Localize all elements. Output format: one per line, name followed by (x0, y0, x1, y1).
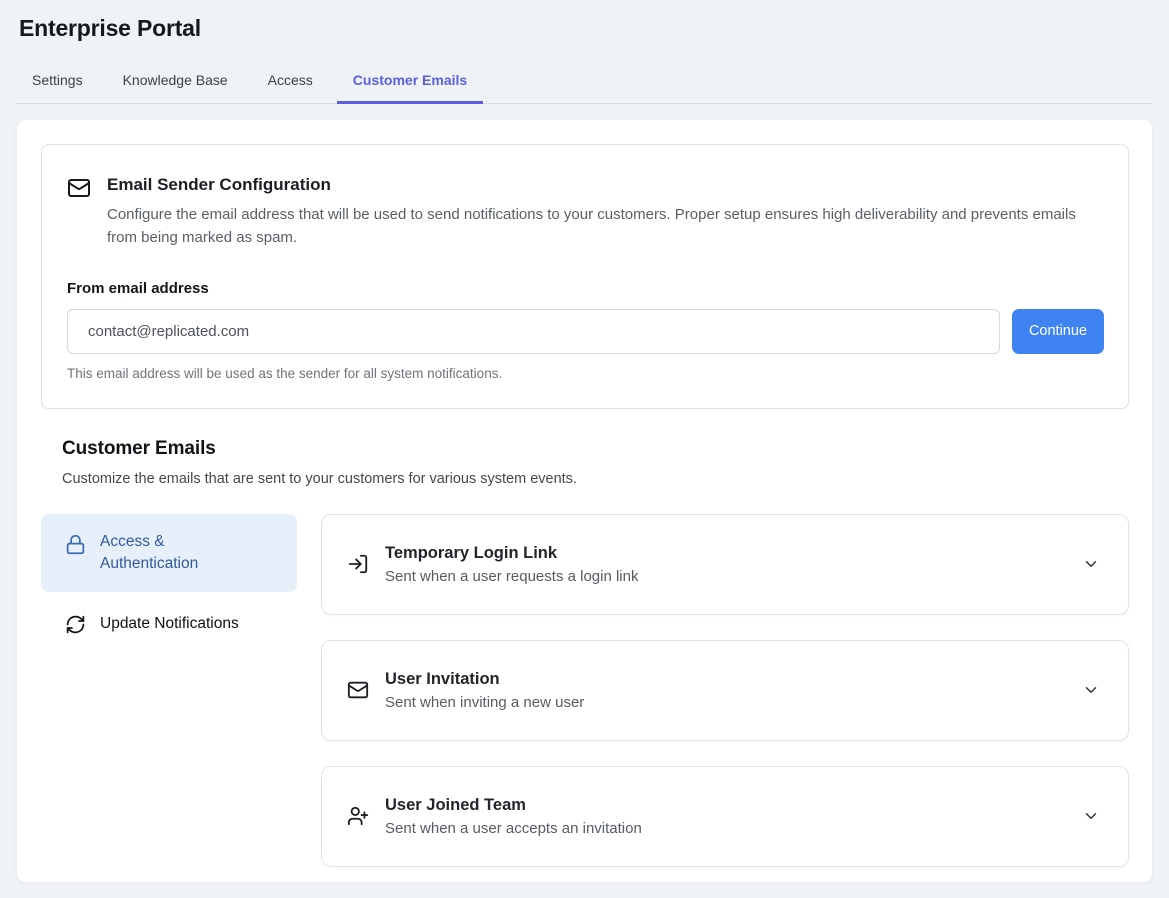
tab-access[interactable]: Access (252, 62, 329, 104)
refresh-icon (65, 613, 86, 635)
email-card-subtitle: Sent when a user requests a login link (385, 568, 1066, 585)
tab-label: Settings (32, 72, 83, 88)
tab-label: Knowledge Base (123, 72, 228, 88)
chevron-down-icon[interactable] (1082, 555, 1100, 573)
email-card-subtitle: Sent when inviting a new user (385, 694, 1066, 711)
mail-icon (67, 175, 91, 250)
section-subtitle: Customize the emails that are sent to yo… (62, 471, 1129, 487)
email-card-title: User Invitation (385, 670, 1066, 689)
sidebar-item-label: Update Notifications (100, 613, 239, 635)
sidebar-item-update-notifications[interactable]: Update Notifications (41, 600, 297, 648)
tab-label: Customer Emails (353, 72, 467, 88)
email-accordion-list: Temporary Login Link Sent when a user re… (321, 514, 1129, 867)
chevron-down-icon[interactable] (1082, 807, 1100, 825)
sender-card-description: Configure the email address that will be… (107, 203, 1087, 250)
email-card-title: User Joined Team (385, 796, 1066, 815)
tab-settings[interactable]: Settings (16, 62, 99, 104)
email-card-title: Temporary Login Link (385, 544, 1066, 563)
main-panel: Email Sender Configuration Configure the… (16, 119, 1153, 883)
email-help-text: This email address will be used as the s… (67, 366, 1104, 381)
section-title: Customer Emails (62, 438, 1129, 460)
accordion-item-user-invitation[interactable]: User Invitation Sent when inviting a new… (321, 640, 1129, 741)
customer-emails-section-header: Customer Emails Customize the emails tha… (41, 438, 1129, 487)
accordion-item-user-joined-team[interactable]: User Joined Team Sent when a user accept… (321, 766, 1129, 867)
page-header: Enterprise Portal (0, 0, 1169, 42)
email-card-subtitle: Sent when a user accepts an invitation (385, 820, 1066, 837)
from-email-label: From email address (67, 280, 1104, 297)
tab-customer-emails[interactable]: Customer Emails (337, 62, 483, 104)
lock-icon (65, 531, 86, 555)
from-email-input[interactable] (67, 309, 1000, 354)
page-title: Enterprise Portal (19, 15, 1149, 42)
sidebar-item-label: Access & Authentication (100, 531, 250, 576)
continue-button[interactable]: Continue (1012, 309, 1104, 354)
tab-bar: Settings Knowledge Base Access Customer … (16, 42, 1153, 104)
log-in-icon (347, 553, 369, 575)
email-category-sidebar: Access & Authentication Update Notificat… (41, 514, 297, 867)
tab-knowledge-base[interactable]: Knowledge Base (107, 62, 244, 104)
accordion-item-temporary-login-link[interactable]: Temporary Login Link Sent when a user re… (321, 514, 1129, 615)
sidebar-item-access-authentication[interactable]: Access & Authentication (41, 514, 297, 593)
sender-card-title: Email Sender Configuration (107, 175, 1087, 195)
mail-icon (347, 679, 369, 701)
sender-config-card: Email Sender Configuration Configure the… (41, 144, 1129, 409)
user-plus-icon (347, 805, 369, 827)
chevron-down-icon[interactable] (1082, 681, 1100, 699)
tab-label: Access (268, 72, 313, 88)
